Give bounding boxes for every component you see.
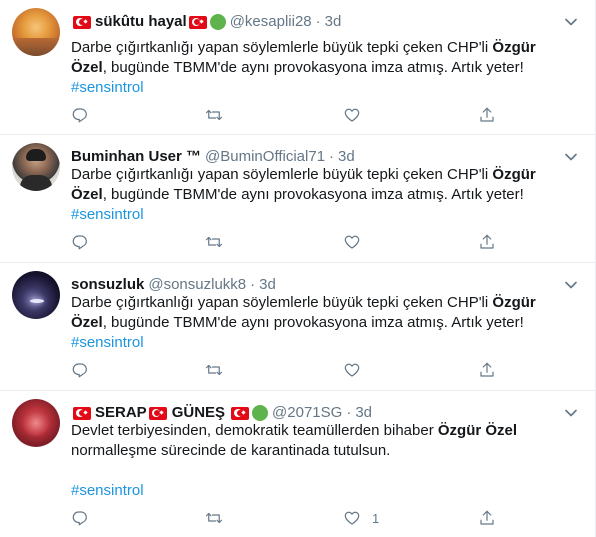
like-button[interactable] [343,232,372,252]
like-button[interactable]: 1 [343,508,379,528]
hashtag-link[interactable]: #sensintrol [71,79,144,96]
turkey-flag-icon [148,406,167,420]
retweet-icon [205,109,223,121]
turkey-flag-icon [73,406,91,420]
share-icon [480,234,494,249]
tweet-header: sonsuzluk @sonsuzlukk8 · 3d [71,275,276,295]
display-name-part[interactable]: SERAP [95,403,147,423]
user-handle[interactable]: @BuminOfficial71 [205,147,325,167]
timestamp[interactable]: 3d [355,403,372,423]
tweet[interactable]: SERAP GÜNEŞ @2071SG · 3d Devlet terbiyes… [0,391,595,537]
retweet-icon [205,512,223,524]
share-button[interactable] [478,508,496,528]
tweet-actions: 1 [71,508,501,528]
reply-icon [72,108,87,123]
retweet-button[interactable] [205,105,223,125]
reply-button[interactable] [71,232,89,252]
chevron-down-icon[interactable] [561,275,583,295]
user-handle[interactable]: @sonsuzlukk8 [148,275,246,295]
hashtag-link[interactable]: #sensintrol [71,334,144,351]
reply-button[interactable] [71,105,89,125]
avatar[interactable] [12,143,60,191]
reply-button[interactable] [71,360,89,380]
like-button[interactable] [343,360,372,380]
bold-name: Özgür Özel [437,422,518,439]
tweet[interactable]: Buminhan User ™ @BuminOfficial71 · 3d Da… [0,135,595,263]
user-handle[interactable]: @2071SG [272,403,342,423]
tweet-text: Devlet terbiyesinden, demokratik teamüll… [71,422,518,499]
display-name-part[interactable]: GÜNEŞ [172,403,225,423]
display-name[interactable]: Buminhan User ™ [71,147,201,167]
hashtag-link[interactable]: #sensintrol [71,482,144,499]
like-button[interactable] [343,105,372,125]
chevron-down-icon[interactable] [561,12,583,32]
share-button[interactable] [478,105,496,125]
retweet-button[interactable] [205,232,223,252]
display-name[interactable]: sonsuzluk [71,275,144,295]
separator-dot: · [346,404,352,421]
turkey-flag-icon [188,15,207,29]
like-icon [344,363,360,377]
tweet-header: sükûtu hayal @kesaplii28 · 3d [71,12,341,32]
share-icon [480,362,494,377]
reply-icon [72,363,87,378]
retweet-icon [205,236,223,248]
avatar[interactable] [12,399,60,447]
tweet[interactable]: sonsuzluk @sonsuzlukk8 · 3d Darbe çığırt… [0,263,595,391]
retweet-button[interactable] [205,508,223,528]
like-icon [344,235,360,249]
display-name[interactable]: sükûtu hayal [95,12,187,32]
turkey-flag-icon [73,15,91,29]
tweet-text: Darbe çığırtkanlığı yapan söylemlerle bü… [71,166,536,223]
retweet-button[interactable] [205,360,223,380]
tweet-header: SERAP GÜNEŞ @2071SG · 3d [71,403,372,423]
chevron-down-icon[interactable] [561,147,583,167]
tweet-text: Darbe çığırtkanlığı yapan söylemlerle bü… [71,294,536,351]
tweet-actions [71,232,501,252]
avatar[interactable] [12,271,60,319]
share-button[interactable] [478,232,496,252]
separator-dot: · [315,13,321,30]
share-button[interactable] [478,360,496,380]
chevron-down-icon[interactable] [561,403,583,423]
reply-icon [72,511,87,526]
timeline: sükûtu hayal @kesaplii28 · 3d Darbe çığı… [0,0,596,537]
separator-dot: · [250,276,256,293]
turkey-flag-icon [231,406,250,420]
separator-dot: · [329,148,335,165]
user-handle[interactable]: @kesaplii28 [230,12,312,32]
timestamp[interactable]: 3d [325,12,342,32]
share-icon [480,510,494,525]
green-circle-icon [252,405,269,421]
timestamp[interactable]: 3d [259,275,276,295]
like-count: 1 [372,510,380,526]
tweet-text: Darbe çığırtkanlığı yapan söylemlerle bü… [71,39,536,96]
avatar[interactable] [12,8,60,56]
like-icon [344,511,360,525]
tweet-actions [71,360,501,380]
timestamp[interactable]: 3d [338,147,355,167]
hashtag-link[interactable]: #sensintrol [71,206,144,223]
like-icon [344,108,360,122]
reply-button[interactable] [71,508,89,528]
tweet-header: Buminhan User ™ @BuminOfficial71 · 3d [71,147,355,167]
retweet-icon [205,364,223,376]
share-icon [480,107,494,122]
tweet-actions [71,105,501,125]
reply-icon [72,235,87,250]
green-circle-icon [209,14,226,30]
tweet[interactable]: sükûtu hayal @kesaplii28 · 3d Darbe çığı… [0,0,595,135]
